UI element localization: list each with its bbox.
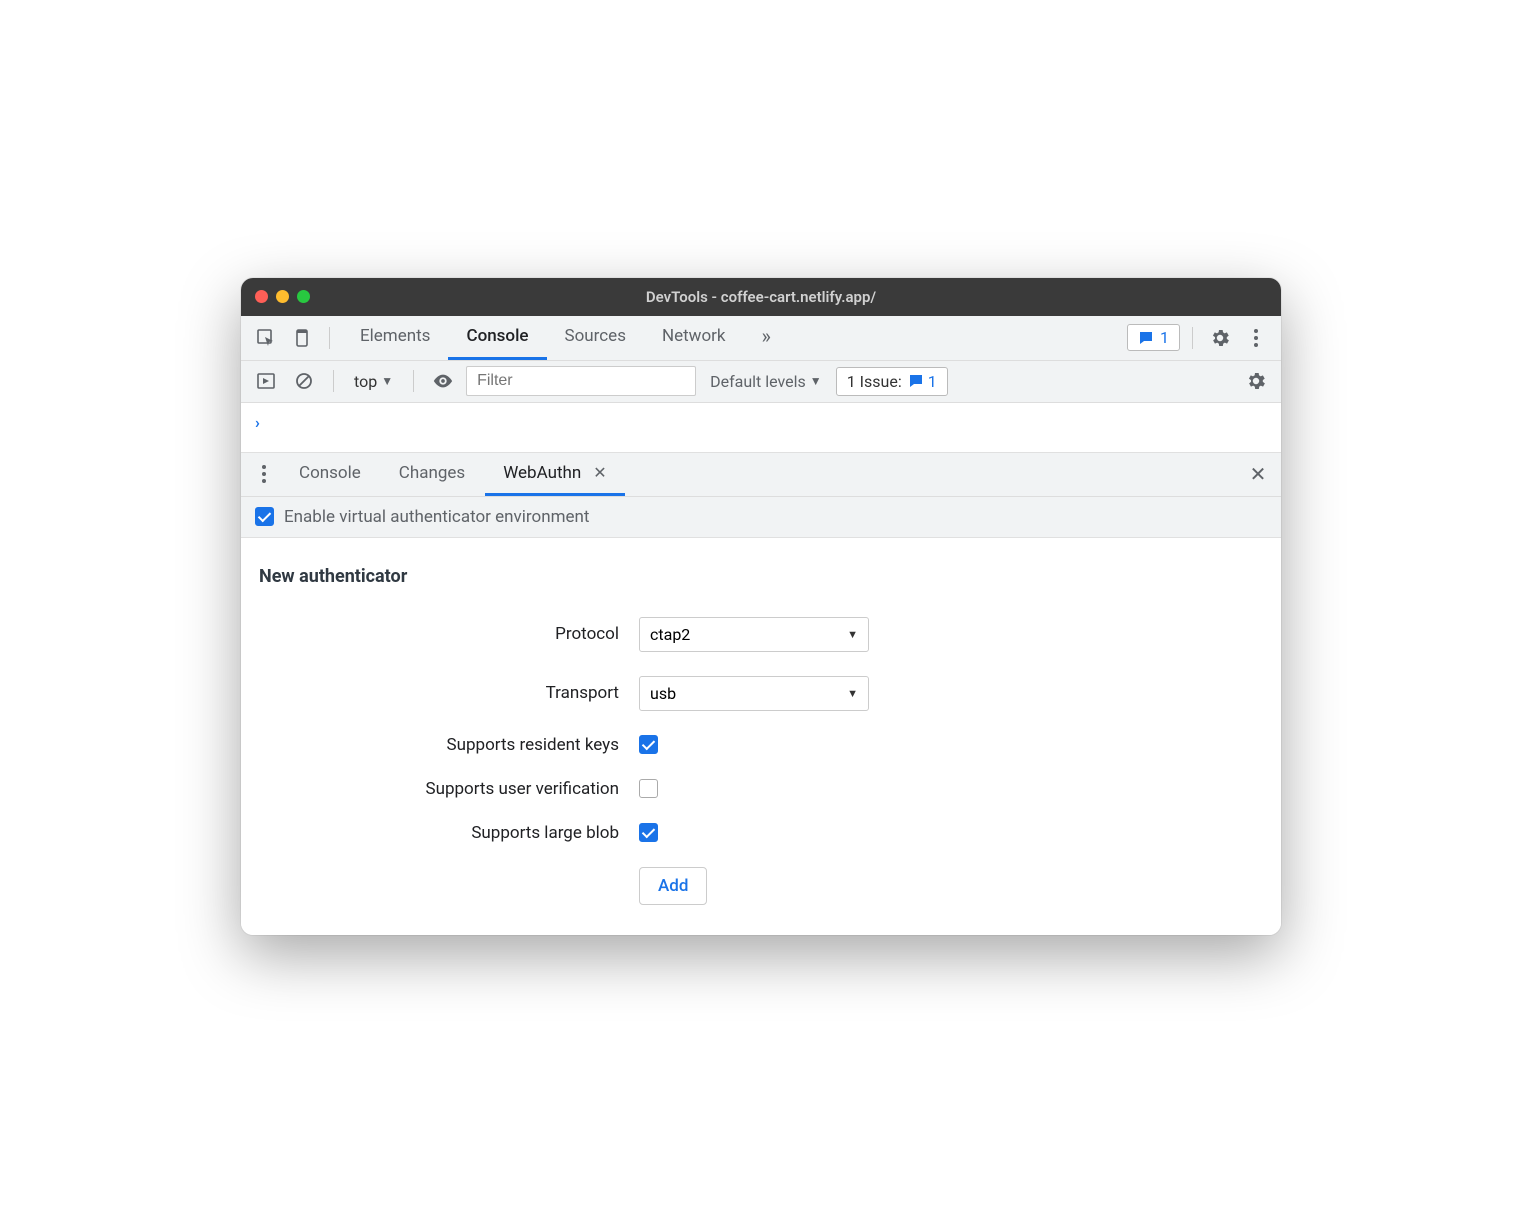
caret-down-icon: ▼ (810, 374, 822, 388)
tab-network[interactable]: Network (644, 316, 744, 360)
user-verification-checkbox[interactable] (639, 779, 658, 798)
caret-down-icon: ▼ (381, 374, 393, 388)
caret-down-icon: ▼ (847, 687, 858, 700)
separator (329, 327, 330, 349)
toggle-sidebar-icon[interactable] (251, 366, 281, 396)
separator (413, 370, 414, 392)
close-tab-icon[interactable]: ✕ (593, 463, 606, 482)
protocol-select[interactable]: ctap2 ▼ (639, 617, 869, 652)
user-verification-label: Supports user verification (259, 779, 639, 799)
large-blob-checkbox[interactable] (639, 823, 658, 842)
close-drawer-icon[interactable]: ✕ (1243, 459, 1273, 489)
protocol-value: ctap2 (650, 625, 690, 644)
drawer-tab-webauthn[interactable]: WebAuthn ✕ (485, 453, 624, 496)
main-toolbar: Elements Console Sources Network » 1 (241, 316, 1281, 361)
form-title: New authenticator (259, 566, 1263, 587)
inspect-element-icon[interactable] (251, 323, 281, 353)
protocol-label: Protocol (259, 624, 639, 644)
enable-virtual-authenticator-label: Enable virtual authenticator environment (284, 507, 589, 527)
minimize-window-button[interactable] (276, 290, 289, 303)
window-title: DevTools - coffee-cart.netlify.app/ (255, 288, 1267, 306)
transport-value: usb (650, 684, 676, 703)
clear-console-icon[interactable] (289, 366, 319, 396)
resident-keys-checkbox[interactable] (639, 735, 658, 754)
execution-context-dropdown[interactable]: top ▼ (348, 370, 399, 393)
transport-select[interactable]: usb ▼ (639, 676, 869, 711)
issues-count: 1 (928, 372, 937, 391)
drawer-tab-webauthn-label: WebAuthn (503, 463, 581, 483)
caret-down-icon: ▼ (847, 628, 858, 641)
device-toggle-icon[interactable] (287, 323, 317, 353)
tabs-overflow-button[interactable]: » (744, 316, 789, 360)
panel-tabs: Elements Console Sources Network » (342, 316, 789, 360)
large-blob-label: Supports large blob (259, 823, 639, 843)
chat-icon (908, 373, 924, 389)
titlebar: DevTools - coffee-cart.netlify.app/ (241, 278, 1281, 316)
issues-label: 1 Issue: (847, 372, 902, 391)
resident-keys-label: Supports resident keys (259, 735, 639, 755)
devtools-window: DevTools - coffee-cart.netlify.app/ Elem… (241, 278, 1281, 935)
live-expression-eye-icon[interactable] (428, 366, 458, 396)
filter-input[interactable] (466, 366, 696, 396)
traffic-lights (255, 290, 310, 303)
tab-console[interactable]: Console (448, 316, 546, 360)
messages-badge[interactable]: 1 (1127, 324, 1180, 351)
tab-elements[interactable]: Elements (342, 316, 448, 360)
issues-button[interactable]: 1 Issue: 1 (836, 367, 948, 396)
add-button[interactable]: Add (639, 867, 707, 905)
new-authenticator-form: New authenticator Protocol ctap2 ▼ Trans… (241, 538, 1281, 935)
zoom-window-button[interactable] (297, 290, 310, 303)
console-body[interactable]: › (241, 403, 1281, 453)
drawer-kebab-icon[interactable] (249, 459, 279, 489)
console-toolbar: top ▼ Default levels ▼ 1 Issue: 1 (241, 361, 1281, 403)
separator (333, 370, 334, 392)
log-levels-dropdown[interactable]: Default levels ▼ (704, 370, 828, 393)
settings-gear-icon[interactable] (1205, 323, 1235, 353)
drawer-tabs: Console Changes WebAuthn ✕ ✕ (241, 453, 1281, 497)
levels-label: Default levels (710, 372, 806, 391)
tab-sources[interactable]: Sources (547, 316, 644, 360)
drawer-tab-console[interactable]: Console (281, 453, 379, 496)
chat-icon (1138, 330, 1154, 346)
drawer-tab-changes[interactable]: Changes (381, 453, 483, 496)
console-prompt-icon: › (255, 413, 260, 432)
messages-count: 1 (1160, 328, 1169, 347)
console-settings-gear-icon[interactable] (1241, 366, 1271, 396)
enable-row: Enable virtual authenticator environment (241, 497, 1281, 538)
kebab-menu-icon[interactable] (1241, 323, 1271, 353)
transport-label: Transport (259, 683, 639, 703)
enable-virtual-authenticator-checkbox[interactable] (255, 507, 274, 526)
context-value: top (354, 372, 377, 391)
close-window-button[interactable] (255, 290, 268, 303)
separator (1192, 327, 1193, 349)
